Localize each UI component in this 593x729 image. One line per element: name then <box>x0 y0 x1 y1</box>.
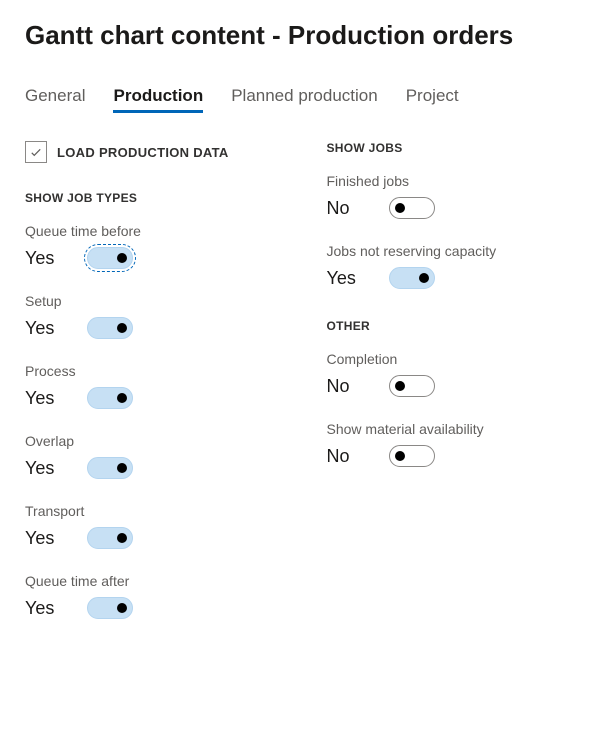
completion-value: No <box>327 376 361 397</box>
tab-project[interactable]: Project <box>406 86 459 113</box>
not-reserving-value: Yes <box>327 268 361 289</box>
material-value: No <box>327 446 361 467</box>
load-production-data-label: LOAD PRODUCTION DATA <box>57 145 229 160</box>
queue-after-value: Yes <box>25 598 59 619</box>
queue-after-label: Queue time after <box>25 573 267 589</box>
setup-toggle[interactable] <box>87 317 133 339</box>
transport-toggle[interactable] <box>87 527 133 549</box>
load-production-data-checkbox[interactable] <box>25 141 47 163</box>
finished-toggle[interactable] <box>389 197 435 219</box>
tab-bar: General Production Planned production Pr… <box>25 86 568 113</box>
section-other: OTHER <box>327 319 569 333</box>
overlap-toggle[interactable] <box>87 457 133 479</box>
tab-general[interactable]: General <box>25 86 85 113</box>
setup-label: Setup <box>25 293 267 309</box>
completion-label: Completion <box>327 351 569 367</box>
process-label: Process <box>25 363 267 379</box>
queue-after-toggle[interactable] <box>87 597 133 619</box>
transport-value: Yes <box>25 528 59 549</box>
not-reserving-label: Jobs not reserving capacity <box>327 243 569 259</box>
material-label: Show material availability <box>327 421 569 437</box>
section-show-jobs: SHOW JOBS <box>327 141 569 155</box>
checkmark-icon <box>29 145 43 159</box>
process-value: Yes <box>25 388 59 409</box>
tab-planned-production[interactable]: Planned production <box>231 86 378 113</box>
overlap-value: Yes <box>25 458 59 479</box>
queue-before-value: Yes <box>25 248 59 269</box>
process-toggle[interactable] <box>87 387 133 409</box>
section-show-job-types: SHOW JOB TYPES <box>25 191 267 205</box>
finished-label: Finished jobs <box>327 173 569 189</box>
page-title: Gantt chart content - Production orders <box>25 20 568 51</box>
queue-before-label: Queue time before <box>25 223 267 239</box>
overlap-label: Overlap <box>25 433 267 449</box>
finished-value: No <box>327 198 361 219</box>
tab-production[interactable]: Production <box>113 86 203 113</box>
setup-value: Yes <box>25 318 59 339</box>
queue-before-toggle[interactable] <box>87 247 133 269</box>
not-reserving-toggle[interactable] <box>389 267 435 289</box>
material-toggle[interactable] <box>389 445 435 467</box>
transport-label: Transport <box>25 503 267 519</box>
completion-toggle[interactable] <box>389 375 435 397</box>
